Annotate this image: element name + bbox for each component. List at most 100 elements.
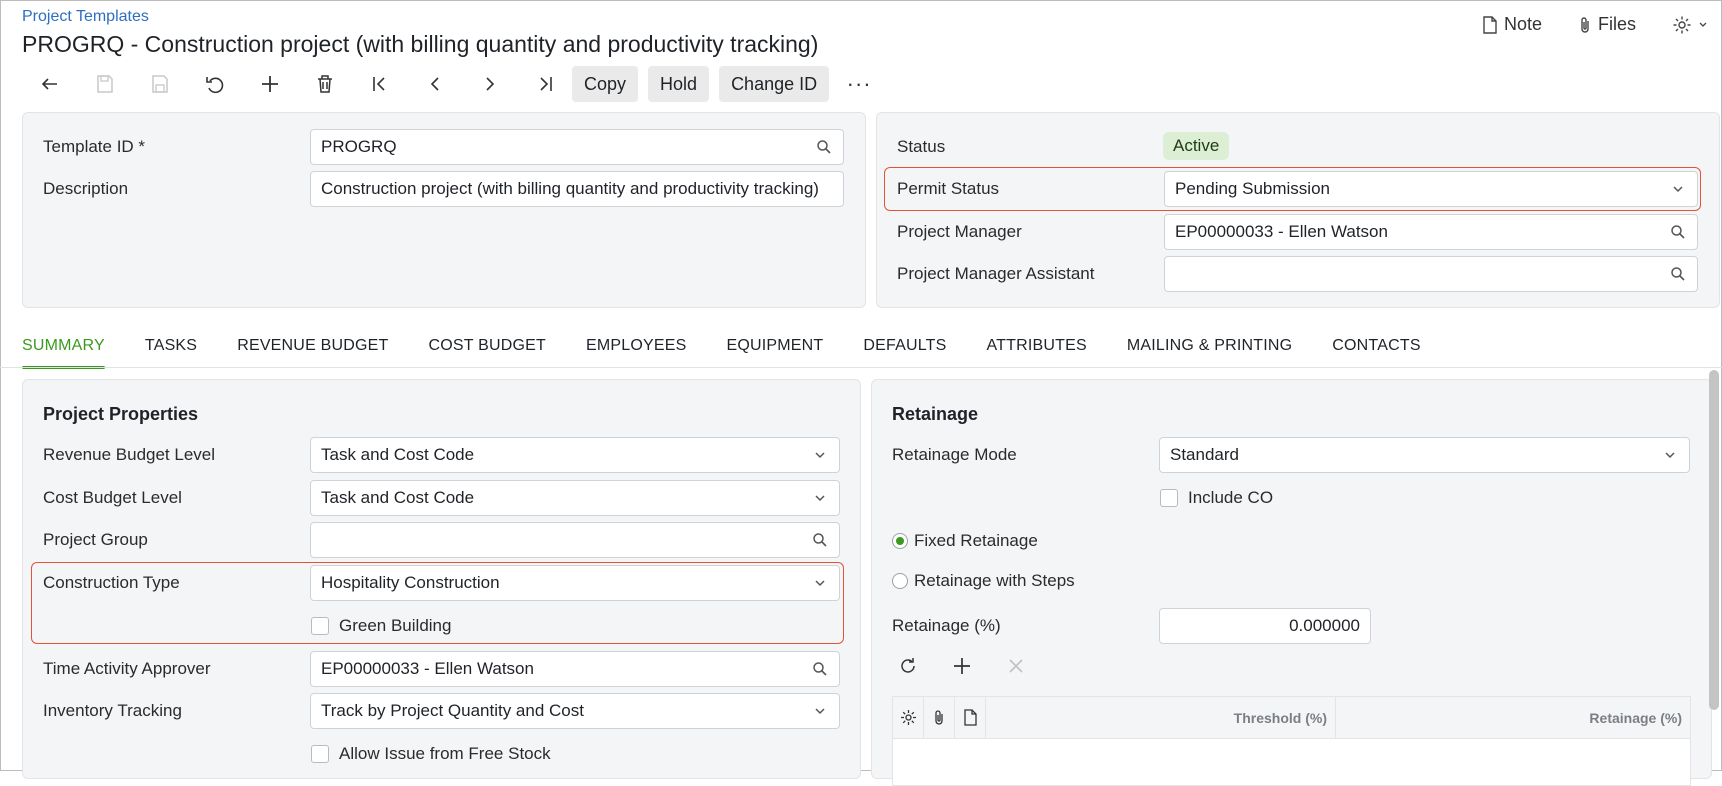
fixed-retainage-label: Fixed Retainage [914,531,1038,550]
retainage-title: Retainage [892,404,979,424]
grid-attachment-icon[interactable] [924,696,955,739]
undo-button[interactable] [187,66,242,102]
chevron-down-icon [811,489,829,507]
trash-icon [317,75,332,93]
page-title: PROGRQ - Construction project (with bill… [22,31,819,57]
retainage-mode-label: Retainage Mode [892,445,1017,464]
refresh-icon [901,658,915,673]
next-record-button[interactable] [462,66,517,102]
vertical-scrollbar[interactable] [1709,370,1719,710]
allow-issue-checkbox-row[interactable]: Allow Issue from Free Stock [311,744,551,764]
retainage-mode-select[interactable]: Standard [1159,437,1690,473]
search-icon[interactable] [1669,265,1687,283]
add-row-button[interactable] [946,650,978,682]
project-manager-value: EP00000033 - Ellen Watson [1175,222,1388,241]
save-button[interactable] [132,66,187,102]
include-co-checkbox[interactable] [1160,489,1178,507]
template-id-value: PROGRQ [321,137,397,156]
delete-button[interactable] [297,66,352,102]
back-arrow-icon [41,78,57,90]
first-record-button[interactable] [352,66,407,102]
grid-note-icon[interactable] [955,696,986,739]
project-group-field[interactable] [310,522,840,558]
chevron-down-icon [811,446,829,464]
time-activity-approver-value: EP00000033 - Ellen Watson [321,659,534,678]
add-button[interactable] [242,66,297,102]
copy-button[interactable]: Copy [572,66,639,102]
previous-record-button[interactable] [407,66,462,102]
project-manager-field[interactable]: EP00000033 - Ellen Watson [1164,214,1698,250]
note-label: Note [1503,14,1542,34]
search-icon[interactable] [811,660,829,678]
include-co-checkbox-row[interactable]: Include CO [1160,488,1273,508]
retainage-pct-value: 0.000000 [1289,616,1360,635]
revenue-budget-level-value: Task and Cost Code [321,445,475,464]
allow-issue-checkbox[interactable] [311,745,329,763]
refresh-button[interactable] [892,650,924,682]
retainage-steps-radio[interactable] [892,573,908,589]
time-activity-approver-label: Time Activity Approver [43,659,211,678]
construction-type-highlight [31,562,844,644]
search-icon[interactable] [1669,223,1687,241]
retainage-mode-value: Standard [1170,445,1239,464]
tab-attributes[interactable]: ATTRIBUTES [987,337,1087,369]
tab-equipment[interactable]: EQUIPMENT [726,337,823,369]
search-icon[interactable] [811,531,829,549]
fixed-retainage-radio[interactable] [892,533,908,549]
settings-button[interactable] [1672,15,1708,35]
inventory-tracking-value: Track by Project Quantity and Cost [321,701,584,720]
last-icon [539,77,552,91]
note-button[interactable]: Note [1482,14,1542,35]
breadcrumb[interactable]: Project Templates [22,8,149,26]
revenue-budget-level-select[interactable]: Task and Cost Code [310,437,840,473]
grid-settings-icon[interactable] [893,696,924,739]
close-icon [1009,659,1023,673]
save-close-icon [96,75,113,93]
retainage-pct-field[interactable]: 0.000000 [1159,608,1371,644]
paperclip-icon [1581,16,1589,33]
more-actions-button[interactable]: ··· [839,66,879,102]
cost-budget-level-select[interactable]: Task and Cost Code [310,480,840,516]
revenue-budget-level-label: Revenue Budget Level [43,445,216,464]
last-record-button[interactable] [517,66,572,102]
time-activity-approver-field[interactable]: EP00000033 - Ellen Watson [310,651,840,687]
retainage-steps-label: Retainage with Steps [914,571,1075,590]
tab-defaults[interactable]: DEFAULTS [863,337,946,369]
status-badge: Active [1163,132,1230,160]
note-icon [1483,15,1497,34]
template-id-field[interactable]: PROGRQ [310,129,844,165]
first-icon [372,77,385,91]
grid-col-threshold[interactable]: Threshold (%) [986,696,1336,739]
change-id-button[interactable]: Change ID [719,66,830,102]
description-value: Construction project (with billing quant… [321,179,819,198]
back-button[interactable] [22,66,77,102]
pm-assistant-field[interactable] [1164,256,1698,292]
retainage-pct-label: Retainage (%) [892,616,1001,635]
search-icon[interactable] [815,138,833,156]
toolbar: Copy Hold Change ID ··· [22,66,879,102]
description-field[interactable]: Construction project (with billing quant… [310,171,844,207]
hold-button[interactable]: Hold [648,66,710,102]
status-label: Status [897,137,946,156]
cost-budget-level-value: Task and Cost Code [321,488,475,507]
grid-col-retainage[interactable]: Retainage (%) [1336,697,1690,739]
chevron-down-icon [811,702,829,720]
tab-employees[interactable]: EMPLOYEES [586,337,687,369]
tab-revenue-budget[interactable]: REVENUE BUDGET [237,337,388,369]
plus-icon [954,658,970,674]
project-group-label: Project Group [43,530,148,549]
tab-tasks[interactable]: TASKS [145,337,197,369]
chevron-down-icon [1661,446,1679,464]
tab-cost-budget[interactable]: COST BUDGET [428,337,545,369]
files-button[interactable]: Files [1578,14,1636,35]
project-properties-title: Project Properties [43,404,199,424]
tab-contacts[interactable]: CONTACTS [1332,337,1420,369]
inventory-tracking-select[interactable]: Track by Project Quantity and Cost [310,693,840,729]
save-close-button[interactable] [77,66,132,102]
retainage-steps-radio-row[interactable]: Retainage with Steps [892,571,1075,591]
delete-row-button[interactable] [1000,650,1032,682]
tab-mailing-printing[interactable]: MAILING & PRINTING [1127,337,1292,369]
gear-icon [1673,16,1691,33]
fixed-retainage-radio-row[interactable]: Fixed Retainage [892,531,1038,551]
tab-summary[interactable]: SUMMARY [22,337,105,369]
